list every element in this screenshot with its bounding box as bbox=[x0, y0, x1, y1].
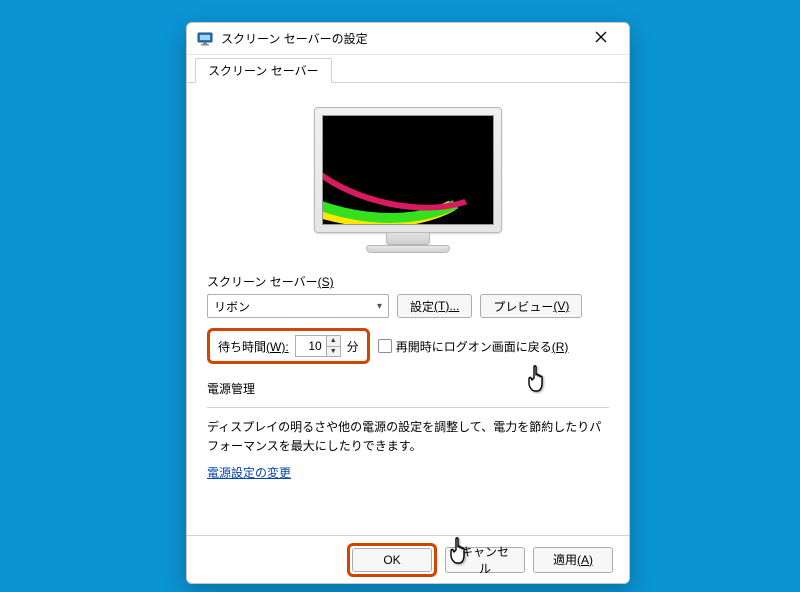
power-section-label: 電源管理 bbox=[207, 380, 609, 397]
dialog-body: スクリーン セーバー(S) リボン ▾ 設定(T)... プレビュー(V) 待ち… bbox=[187, 83, 629, 535]
divider bbox=[207, 407, 609, 408]
wait-highlight: 待ち時間(W): 10 ▲ ▼ 分 bbox=[207, 328, 370, 364]
close-icon bbox=[595, 31, 607, 46]
ok-highlight: OK bbox=[347, 543, 437, 577]
screensaver-settings-dialog: スクリーン セーバーの設定 スクリーン セーバー bbox=[186, 22, 630, 584]
titlebar: スクリーン セーバーの設定 bbox=[187, 23, 629, 55]
wait-label: 待ち時間(W): bbox=[218, 338, 289, 355]
chevron-down-icon: ▾ bbox=[377, 301, 382, 312]
screensaver-preview bbox=[207, 97, 609, 273]
preview-button[interactable]: プレビュー(V) bbox=[480, 294, 582, 318]
wait-minutes-value: 10 bbox=[296, 339, 326, 353]
window-title: スクリーン セーバーの設定 bbox=[221, 30, 579, 47]
screensaver-icon bbox=[197, 31, 213, 47]
wait-unit: 分 bbox=[347, 338, 359, 355]
cancel-button[interactable]: キャンセル bbox=[445, 547, 525, 573]
power-description: ディスプレイの明るさや他の電源の設定を調整して、電力を節約したりパフォーマンスを… bbox=[207, 418, 609, 456]
ok-button[interactable]: OK bbox=[352, 548, 432, 572]
tab-strip: スクリーン セーバー bbox=[187, 55, 629, 83]
apply-button[interactable]: 適用(A) bbox=[533, 547, 613, 573]
wait-row: 待ち時間(W): 10 ▲ ▼ 分 再開時にログオン画面に戻る(R) bbox=[207, 328, 609, 364]
tab-screensaver[interactable]: スクリーン セーバー bbox=[195, 58, 332, 83]
resume-logon-checkbox[interactable]: 再開時にログオン画面に戻る(R) bbox=[378, 338, 569, 355]
wait-minutes-input[interactable]: 10 ▲ ▼ bbox=[295, 335, 341, 357]
resume-logon-label: 再開時にログオン画面に戻る(R) bbox=[396, 338, 569, 355]
monitor-icon bbox=[314, 107, 502, 253]
screensaver-selected-value: リボン bbox=[214, 298, 250, 315]
screensaver-section-label: スクリーン セーバー(S) bbox=[207, 273, 609, 290]
close-button[interactable] bbox=[579, 25, 623, 53]
wait-spin-down[interactable]: ▼ bbox=[327, 346, 340, 357]
dialog-footer: OK キャンセル 適用(A) bbox=[187, 535, 629, 583]
screensaver-select[interactable]: リボン ▾ bbox=[207, 294, 389, 318]
settings-button[interactable]: 設定(T)... bbox=[397, 294, 472, 318]
power-settings-link[interactable]: 電源設定の変更 bbox=[207, 464, 609, 481]
screensaver-row: リボン ▾ 設定(T)... プレビュー(V) bbox=[207, 294, 609, 318]
checkbox-icon bbox=[378, 339, 392, 353]
wait-spin-up[interactable]: ▲ bbox=[327, 336, 340, 346]
